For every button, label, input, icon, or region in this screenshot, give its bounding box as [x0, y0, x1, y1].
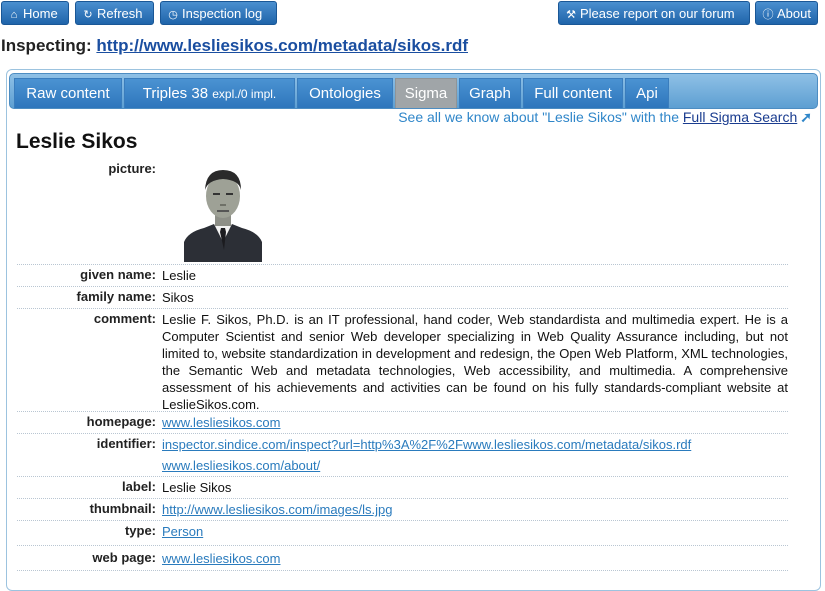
inspection-log-label: Inspection log	[182, 6, 263, 21]
given-name-label: given name:	[80, 267, 156, 282]
about-label: About	[777, 6, 811, 21]
tab-raw-content[interactable]: Raw content	[14, 78, 122, 108]
tab-triples-detail: expl./0 impl.	[212, 87, 277, 101]
family-name-value: Sikos	[162, 290, 194, 305]
comment-label: comment:	[93, 311, 156, 326]
tab-bar: Raw content Triples 38 expl./0 impl. Ont…	[9, 73, 818, 109]
homepage-link[interactable]: www.lesliesikos.com	[162, 415, 280, 430]
sigma-search-text: See all we know about "Leslie Sikos" wit…	[398, 109, 679, 125]
label-row: label: Leslie Sikos	[17, 477, 788, 499]
inspecting-url-link[interactable]: http://www.lesliesikos.com/metadata/siko…	[96, 36, 468, 55]
info-icon: ⓘ	[762, 9, 774, 21]
tab-sigma[interactable]: Sigma	[395, 78, 457, 108]
tab-ontologies[interactable]: Ontologies	[297, 78, 393, 108]
comment-row: comment: Leslie F. Sikos, Ph.D. is an IT…	[17, 309, 788, 412]
given-name-value: Leslie	[162, 268, 196, 283]
inspection-log-button[interactable]: ◷ Inspection log	[160, 1, 277, 25]
tab-full-content[interactable]: Full content	[523, 78, 623, 108]
identifier-link-2[interactable]: www.lesliesikos.com/about/	[162, 458, 320, 473]
label-label: label:	[122, 479, 156, 494]
homepage-row: homepage: www.lesliesikos.com	[17, 412, 788, 434]
about-button[interactable]: ⓘ About	[755, 1, 818, 25]
home-label: Home	[23, 6, 58, 21]
inspecting-label: Inspecting:	[1, 36, 92, 55]
home-icon: ⌂	[10, 9, 18, 21]
tab-api[interactable]: Api	[625, 78, 669, 108]
tab-graph[interactable]: Graph	[459, 78, 521, 108]
entity-title: Leslie Sikos	[16, 130, 138, 153]
type-label: type:	[124, 523, 156, 538]
picture-label: picture:	[108, 161, 156, 176]
refresh-label: Refresh	[97, 6, 143, 21]
family-name-label: family name:	[76, 289, 156, 304]
identifier-label: identifier:	[96, 436, 156, 451]
clock-icon: ◷	[168, 9, 178, 21]
arrow-icon: ➚	[800, 109, 812, 125]
inspecting-line: Inspecting: http://www.lesliesikos.com/m…	[1, 36, 468, 56]
wrench-icon: ⚒	[566, 9, 576, 21]
main-panel: Raw content Triples 38 expl./0 impl. Ont…	[6, 69, 821, 591]
home-button[interactable]: ⌂ Home	[1, 1, 69, 25]
thumbnail-label: thumbnail:	[89, 501, 156, 516]
report-forum-button[interactable]: ⚒ Please report on our forum	[558, 1, 750, 25]
web-page-row: web page: www.lesliesikos.com	[17, 546, 788, 571]
homepage-label: homepage:	[86, 414, 156, 429]
comment-value: Leslie F. Sikos, Ph.D. is an IT professi…	[162, 312, 788, 412]
thumbnail-link[interactable]: http://www.lesliesikos.com/images/ls.jpg	[162, 502, 392, 517]
tab-triples-label: Triples 38	[142, 85, 209, 102]
full-sigma-search-link[interactable]: Full Sigma Search	[683, 109, 797, 125]
web-page-link[interactable]: www.lesliesikos.com	[162, 551, 280, 566]
identifier-row: identifier: inspector.sindice.com/inspec…	[17, 434, 788, 477]
profile-picture	[184, 160, 262, 262]
web-page-label: web page:	[92, 550, 156, 565]
report-forum-label: Please report on our forum	[580, 6, 735, 21]
tab-triples[interactable]: Triples 38 expl./0 impl.	[124, 78, 295, 108]
refresh-button[interactable]: ↻ Refresh	[75, 1, 154, 25]
thumbnail-row: thumbnail: http://www.lesliesikos.com/im…	[17, 499, 788, 521]
given-name-row: given name: Leslie	[17, 265, 788, 287]
type-row: type: Person	[17, 521, 788, 546]
refresh-icon: ↻	[83, 9, 93, 21]
picture-row: picture:	[17, 159, 788, 265]
family-name-row: family name: Sikos	[17, 287, 788, 309]
sigma-search-line: See all we know about "Leslie Sikos" wit…	[398, 109, 812, 126]
label-value: Leslie Sikos	[162, 480, 232, 495]
identifier-link-1[interactable]: inspector.sindice.com/inspect?url=http%3…	[162, 437, 691, 452]
type-link[interactable]: Person	[162, 524, 203, 539]
